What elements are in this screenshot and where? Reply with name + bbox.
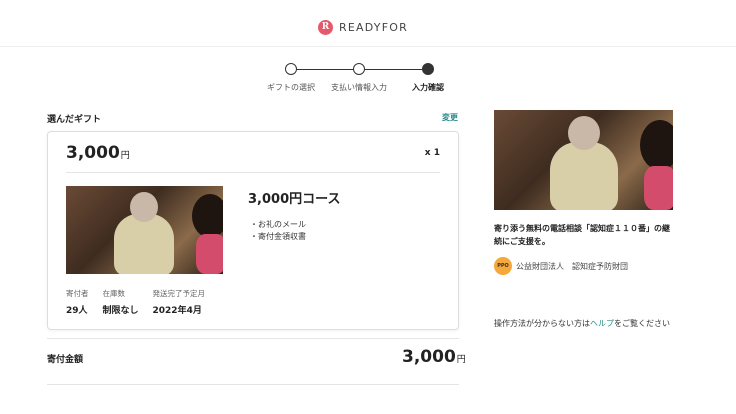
progress-stepper: ギフトの選択 支払い情報入力 入力確認	[250, 62, 480, 98]
gift-price-value: 3,000	[66, 143, 120, 163]
help-text: 操作方法が分からない方はヘルプをご覧ください	[494, 318, 670, 329]
benefit-item: ・寄付金領収書	[250, 232, 306, 241]
gift-photo	[66, 186, 223, 274]
org-avatar: PPO	[494, 257, 512, 275]
stat-label: 在庫数	[102, 289, 126, 298]
gift-quantity: x 1	[424, 148, 440, 158]
step-2-label: 支払い情報入力	[331, 83, 387, 92]
step-connector	[291, 69, 358, 70]
total-label: 寄付金額	[47, 355, 84, 365]
total-amount-unit: 円	[456, 355, 466, 365]
step-connector	[364, 69, 431, 70]
stat-label: 発送完了予定月	[152, 289, 206, 298]
stat-value: 制限なし	[102, 306, 139, 316]
logo-text: READYFOR	[339, 20, 408, 34]
gift-stats: 寄付者 29人 在庫数 制限なし 発送完了予定月 2022年4月	[66, 288, 205, 316]
project-photo	[494, 110, 673, 210]
benefit-item: ・お礼のメール	[250, 220, 306, 229]
course-benefits: ・お礼のメール ・寄付金領収書	[250, 219, 306, 243]
divider	[47, 384, 459, 385]
divider	[47, 338, 459, 339]
step-1-label: ギフトの選択	[267, 83, 315, 92]
total-amount-value: 3,000	[402, 347, 456, 367]
logo-mark-icon: R	[318, 19, 333, 35]
gift-card: 3,000円 x 1 3,000円コース ・お礼のメール ・寄付金領収書 寄付者…	[47, 131, 459, 330]
organization: PPO 公益財団法人 認知症予防財団	[494, 257, 628, 275]
selected-gift-heading: 選んだギフト	[47, 115, 102, 125]
gift-price: 3,000円	[66, 143, 130, 163]
stat-value: 29人	[66, 306, 88, 316]
readyfor-logo[interactable]: R READYFOR	[318, 18, 408, 36]
step-1-dot	[285, 63, 297, 75]
divider	[66, 172, 440, 173]
change-gift-link[interactable]: 変更	[442, 112, 458, 123]
step-3-dot	[422, 63, 434, 75]
step-2-dot	[353, 63, 365, 75]
stat-label: 寄付者	[66, 289, 89, 298]
stat-stock: 在庫数 制限なし	[103, 288, 139, 316]
stat-donors: 寄付者 29人	[66, 288, 89, 316]
help-link[interactable]: ヘルプ	[590, 319, 614, 328]
site-header: R READYFOR	[0, 0, 736, 47]
project-title[interactable]: 寄り添う無料の電話相談「認知症１１０番」の継続にご支援を。	[494, 222, 674, 248]
step-3-label: 入力確認	[412, 83, 444, 92]
course-title: 3,000円コース	[248, 192, 341, 207]
gift-price-unit: 円	[120, 151, 130, 161]
stat-delivery: 発送完了予定月 2022年4月	[153, 288, 206, 316]
stat-value: 2022年4月	[152, 306, 202, 316]
org-name: 公益財団法人 認知症予防財団	[516, 261, 628, 271]
total-amount: 3,000円	[402, 347, 466, 367]
help-suffix: をご覧ください	[614, 319, 670, 328]
help-prefix: 操作方法が分からない方は	[494, 319, 590, 328]
